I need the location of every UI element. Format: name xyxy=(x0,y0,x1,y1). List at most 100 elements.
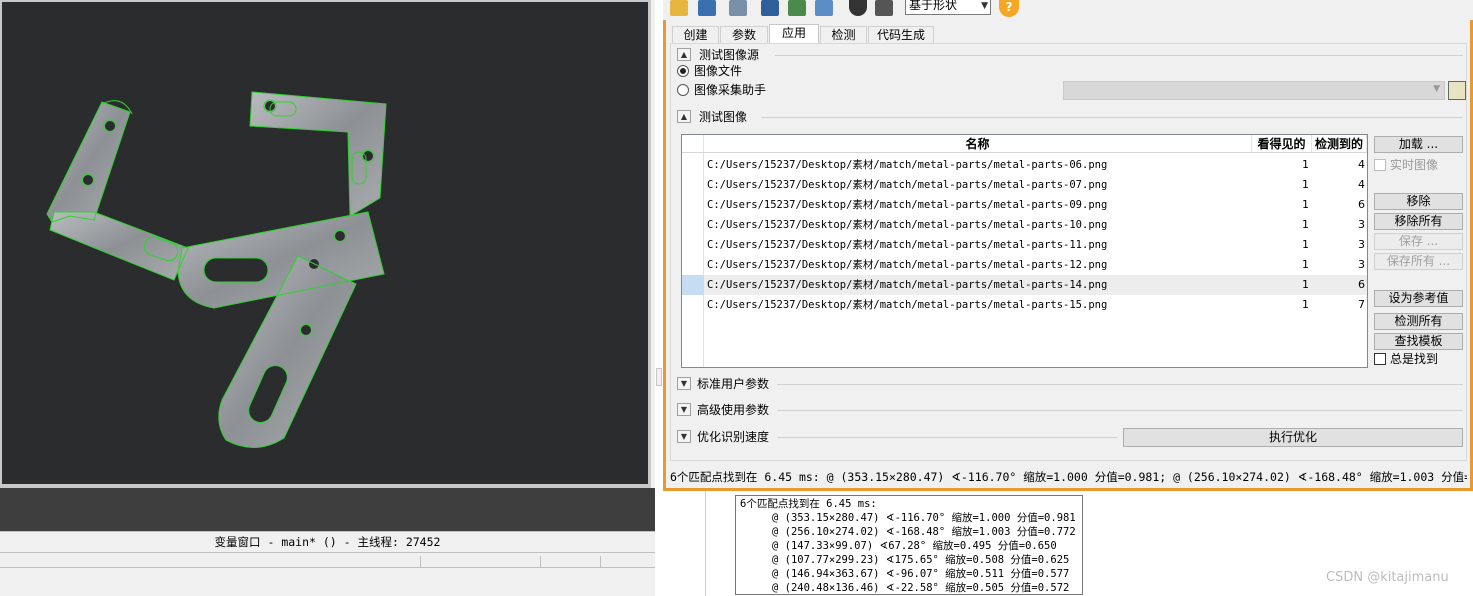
cell-detected: 6 xyxy=(1358,198,1365,211)
row-header[interactable] xyxy=(682,215,704,235)
method-select-value: 基于形状 xyxy=(909,0,958,12)
live-image-checkbox[interactable] xyxy=(1374,159,1386,171)
expand-toggle-standard[interactable]: ▼ xyxy=(677,377,691,390)
image-frame xyxy=(0,0,651,488)
timer-icon[interactable] xyxy=(849,0,867,16)
row-header[interactable] xyxy=(682,255,704,275)
cell-name: C:/Users/15237/Desktop/素材/match/metal-pa… xyxy=(707,279,1108,291)
table-row[interactable]: C:/Users/15237/Desktop/素材/match/metal-pa… xyxy=(682,275,1367,295)
image-canvas[interactable] xyxy=(2,2,648,484)
divider xyxy=(705,491,706,596)
assistant-toolbar xyxy=(663,0,1473,20)
table-row[interactable]: C:/Users/15237/Desktop/素材/match/metal-pa… xyxy=(682,215,1367,235)
always-find-checkbox[interactable] xyxy=(1374,353,1386,365)
cell-detected: 7 xyxy=(1358,298,1365,311)
cell-detected: 3 xyxy=(1358,258,1365,271)
table-row[interactable]: C:/Users/15237/Desktop/素材/match/metal-pa… xyxy=(682,255,1367,275)
table-row[interactable]: C:/Users/15237/Desktop/素材/match/metal-pa… xyxy=(682,235,1367,255)
match-result-tooltip: 6个匹配点找到在 6.45 ms: @ (353.15×280.47) ∢-11… xyxy=(735,495,1083,595)
row-header[interactable] xyxy=(682,235,704,255)
metal-parts-image xyxy=(46,91,387,449)
cell-name: C:/Users/15237/Desktop/素材/match/metal-pa… xyxy=(707,259,1108,271)
table-row[interactable]: C:/Users/15237/Desktop/素材/match/metal-pa… xyxy=(682,295,1367,315)
radio-image-file[interactable] xyxy=(677,65,689,77)
cell-seen: 1 xyxy=(1302,278,1309,291)
section-title-images: 测试图像 xyxy=(699,110,748,124)
row-header[interactable] xyxy=(682,155,704,175)
table-row[interactable]: C:/Users/15237/Desktop/素材/match/metal-pa… xyxy=(682,155,1367,175)
column-header-name[interactable]: 名称 xyxy=(704,135,1252,153)
method-select[interactable]: 基于形状 ▼ xyxy=(905,0,991,15)
remove-button[interactable]: 移除 xyxy=(1374,193,1463,210)
watermark: CSDN @kitajimanu xyxy=(1326,570,1449,585)
tab-application[interactable]: 应用 xyxy=(769,24,819,45)
tab-inspection[interactable]: 检测 xyxy=(820,26,867,44)
table-row[interactable]: C:/Users/15237/Desktop/素材/match/metal-pa… xyxy=(682,175,1367,195)
save-all-button[interactable]: 保存所有 ... xyxy=(1374,253,1463,270)
cell-detected: 3 xyxy=(1358,218,1365,231)
detect-all-button[interactable]: 检测所有 xyxy=(1374,313,1463,330)
image-icon-2[interactable] xyxy=(815,0,833,16)
chevron-down-icon: ▼ xyxy=(981,1,988,11)
metal-part-left-bracket xyxy=(47,102,188,280)
save-model-icon[interactable] xyxy=(761,0,779,16)
divider xyxy=(761,117,1463,118)
tab-parameters[interactable]: 参数 xyxy=(720,26,768,44)
row-header[interactable] xyxy=(682,275,704,295)
row-header[interactable] xyxy=(682,175,704,195)
column-header-detected[interactable]: 检测到的 xyxy=(1312,135,1367,153)
table-row[interactable]: C:/Users/15237/Desktop/素材/match/metal-pa… xyxy=(682,195,1367,215)
tab-create[interactable]: 创建 xyxy=(672,26,719,44)
cell-seen: 1 xyxy=(1302,178,1309,191)
open-icon[interactable] xyxy=(670,0,688,16)
section-title-optimize-speed: 优化识别速度 xyxy=(697,430,770,444)
save-icon[interactable] xyxy=(698,0,716,16)
splitter-grip[interactable] xyxy=(656,368,662,386)
tooltip-line: @ (107.77×299.23) ∢175.65° 缩放=0.508 分值=0… xyxy=(772,554,1070,566)
divider xyxy=(777,384,1463,385)
graphics-window-bottom xyxy=(0,488,655,531)
radio-acquisition[interactable] xyxy=(677,84,689,96)
test-image-table[interactable]: 名称 看得见的 检测到的 C:/Users/15237/Desktop/素材/m… xyxy=(681,134,1368,368)
cell-name: C:/Users/15237/Desktop/素材/match/metal-pa… xyxy=(707,299,1108,311)
collapse-toggle-images[interactable]: ▲ xyxy=(677,110,691,123)
cell-name: C:/Users/15237/Desktop/素材/match/metal-pa… xyxy=(707,159,1108,171)
set-reference-button[interactable]: 设为参考值 xyxy=(1374,290,1463,307)
image-icon[interactable] xyxy=(788,0,806,16)
divider xyxy=(775,55,1463,56)
tab-code-generation[interactable]: 代码生成 xyxy=(868,26,934,44)
cell-seen: 1 xyxy=(1302,158,1309,171)
inspect-icon[interactable] xyxy=(875,0,893,16)
remove-all-button[interactable]: 移除所有 xyxy=(1374,213,1463,230)
row-header[interactable] xyxy=(682,295,704,315)
variable-window-columns xyxy=(0,556,655,568)
cell-name: C:/Users/15237/Desktop/素材/match/metal-pa… xyxy=(707,179,1108,191)
run-optimization-button[interactable]: 执行优化 xyxy=(1123,428,1463,447)
expand-toggle-optimize[interactable]: ▼ xyxy=(677,430,691,443)
tooltip-line: @ (146.94×363.67) ∢-96.07° 缩放=0.511 分值=0… xyxy=(772,568,1070,580)
radio-acquisition-label: 图像采集助手 xyxy=(694,83,767,97)
tooltip-header: 6个匹配点找到在 6.45 ms: xyxy=(740,498,877,510)
column-header-seen[interactable]: 看得见的 xyxy=(1252,135,1312,153)
always-find-label: 总是找到 xyxy=(1390,352,1439,366)
cell-name: C:/Users/15237/Desktop/素材/match/metal-pa… xyxy=(707,219,1108,231)
acquisition-select[interactable]: ▼ xyxy=(1063,81,1445,100)
load-button[interactable]: 加载 ... xyxy=(1374,136,1463,153)
variable-window-title: 变量窗口 - main* () - 主线程: 27452 xyxy=(0,531,655,553)
cell-detected: 4 xyxy=(1358,178,1365,191)
tooltip-line: @ (256.10×274.02) ∢-168.48° 缩放=1.003 分值=… xyxy=(772,526,1076,538)
collapse-toggle-source[interactable]: ▲ xyxy=(677,48,691,61)
save-button[interactable]: 保存 ... xyxy=(1374,233,1463,250)
row-header[interactable] xyxy=(682,195,704,215)
load-model-icon[interactable] xyxy=(729,0,747,16)
find-model-button[interactable]: 查找模板 xyxy=(1374,333,1463,350)
match-status-line: 6个匹配点找到在 6.45 ms: @ (353.15×280.47) ∢-11… xyxy=(670,470,1467,484)
acquisition-assistant-icon[interactable] xyxy=(1448,81,1466,100)
cell-seen: 1 xyxy=(1302,238,1309,251)
cell-seen: 1 xyxy=(1302,298,1309,311)
cell-name: C:/Users/15237/Desktop/素材/match/metal-pa… xyxy=(707,199,1108,211)
cell-seen: 1 xyxy=(1302,218,1309,231)
expand-toggle-advanced[interactable]: ▼ xyxy=(677,403,691,416)
cell-seen: 1 xyxy=(1302,258,1309,271)
window-splitter[interactable] xyxy=(655,0,663,596)
